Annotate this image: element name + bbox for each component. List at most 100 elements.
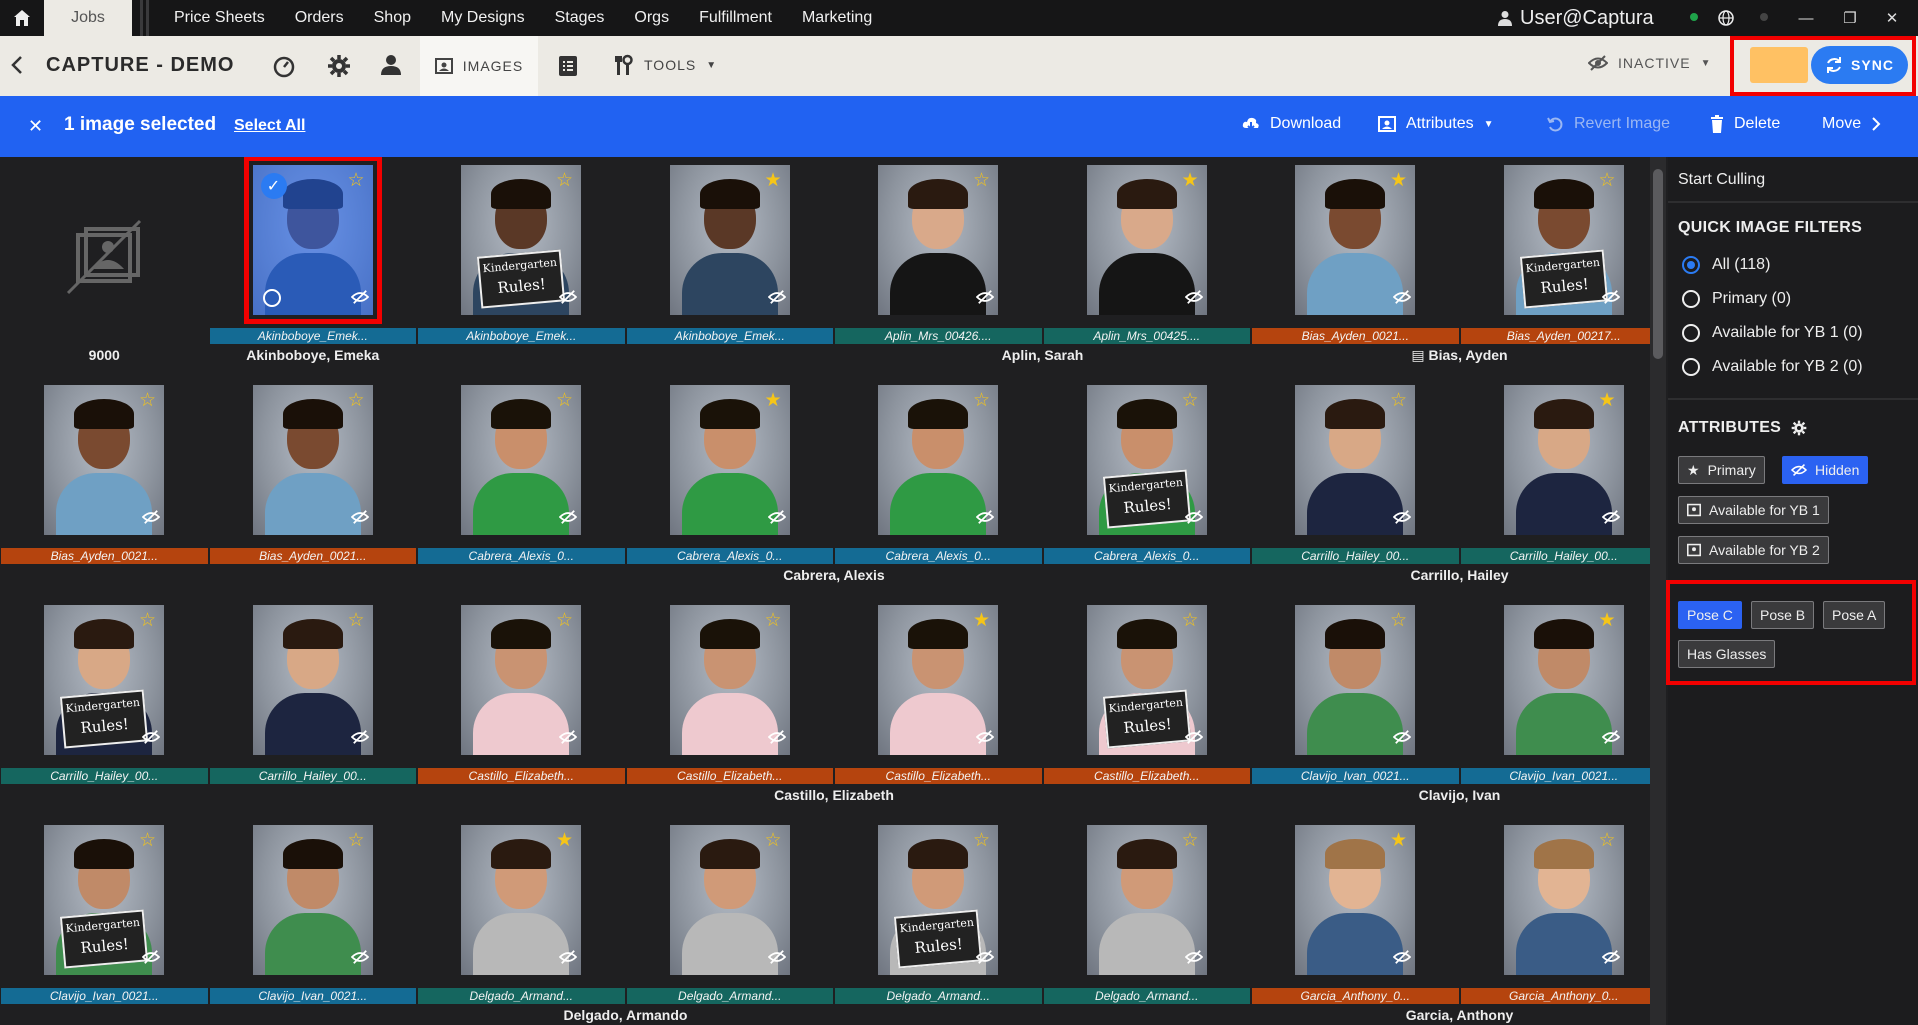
attr-yb2-chip[interactable]: Available for YB 2 <box>1678 536 1829 564</box>
image-thumbnail[interactable]: ☆ <box>669 825 790 975</box>
filter-yb2[interactable]: Available for YB 2 (0) <box>1682 358 1863 376</box>
pose-b-chip[interactable]: Pose B <box>1751 601 1815 629</box>
image-thumbnail[interactable]: ★ <box>878 605 998 755</box>
nav-price-sheets[interactable]: Price Sheets <box>174 9 265 27</box>
attr-yb1-chip[interactable]: Available for YB 1 <box>1678 496 1829 524</box>
tab-images[interactable]: IMAGES <box>420 36 538 104</box>
nav-stages[interactable]: Stages <box>555 9 605 27</box>
star-filled-icon[interactable]: ★ <box>556 831 573 850</box>
star-filled-icon[interactable]: ★ <box>765 391 782 410</box>
image-thumbnail[interactable]: ☆ <box>461 605 581 755</box>
move-button[interactable]: Move <box>1822 115 1881 133</box>
star-outline-icon[interactable]: ☆ <box>765 611 782 630</box>
home-button[interactable] <box>0 0 44 36</box>
subjects-button[interactable] <box>380 54 404 78</box>
image-thumbnail[interactable]: ☆ <box>878 385 998 535</box>
star-filled-icon[interactable]: ★ <box>1390 831 1407 850</box>
star-outline-icon[interactable]: ☆ <box>1182 391 1199 410</box>
image-thumbnail[interactable]: ★ <box>669 385 790 535</box>
status-dropdown[interactable]: INACTIVE ▼ <box>1588 54 1711 72</box>
dashboard-button[interactable] <box>272 54 296 78</box>
image-thumbnail[interactable]: ☆ <box>1086 825 1207 975</box>
image-thumbnail[interactable]: ★ <box>1295 165 1415 315</box>
pose-c-chip[interactable]: Pose C <box>1678 601 1742 629</box>
pose-a-chip[interactable]: Pose A <box>1823 601 1886 629</box>
nav-shop[interactable]: Shop <box>374 9 411 27</box>
grid-scrollbar[interactable] <box>1650 157 1666 1025</box>
image-thumbnail[interactable]: ★ <box>1503 605 1624 755</box>
user-menu[interactable]: User@Captura <box>1498 0 1654 36</box>
star-outline-icon[interactable]: ☆ <box>139 831 156 850</box>
filter-yb1[interactable]: Available for YB 1 (0) <box>1682 324 1863 342</box>
attr-primary-chip[interactable]: ★ Primary <box>1678 456 1765 484</box>
minimize-button[interactable]: — <box>1786 0 1826 36</box>
back-button[interactable] <box>10 54 24 81</box>
star-outline-icon[interactable]: ☆ <box>1599 831 1616 850</box>
nav-orders[interactable]: Orders <box>295 9 344 27</box>
image-thumbnail[interactable]: Kindergarten Rules! ☆ <box>1086 385 1207 535</box>
image-thumbnail[interactable]: ☆ <box>669 605 790 755</box>
image-thumbnail[interactable]: Kindergarten Rules! ☆ <box>44 605 164 755</box>
image-thumbnail[interactable]: ☆ <box>252 385 373 535</box>
image-thumbnail[interactable]: ★ <box>669 165 790 315</box>
nav-marketing[interactable]: Marketing <box>802 9 872 27</box>
star-outline-icon[interactable]: ☆ <box>556 171 573 190</box>
image-thumbnail[interactable]: ★ <box>1295 825 1415 975</box>
star-outline-icon[interactable]: ☆ <box>1182 611 1199 630</box>
image-thumbnail[interactable]: Kindergarten Rules! ☆ <box>461 165 581 315</box>
image-thumbnail[interactable]: ★ <box>461 825 581 975</box>
settings-button[interactable] <box>327 54 351 78</box>
image-thumbnail[interactable]: Kindergarten Rules! ☆ <box>1503 165 1624 315</box>
star-outline-icon[interactable]: ☆ <box>139 391 156 410</box>
image-thumbnail[interactable]: ☆ <box>1503 825 1624 975</box>
star-outline-icon[interactable]: ☆ <box>973 171 990 190</box>
restore-button[interactable]: ❐ <box>1830 0 1870 36</box>
revert-image-button[interactable]: Revert Image <box>1546 115 1670 133</box>
image-thumbnail[interactable]: ★ <box>1503 385 1624 535</box>
star-outline-icon[interactable]: ☆ <box>973 391 990 410</box>
star-filled-icon[interactable]: ★ <box>1599 611 1616 630</box>
has-glasses-chip[interactable]: Has Glasses <box>1678 640 1776 668</box>
star-outline-icon[interactable]: ☆ <box>556 611 573 630</box>
start-culling-button[interactable]: Start Culling <box>1678 171 1765 189</box>
star-filled-icon[interactable]: ★ <box>1390 171 1407 190</box>
star-outline-icon[interactable]: ☆ <box>765 831 782 850</box>
image-thumbnail[interactable]: ☆ <box>44 385 164 535</box>
orders-list-button[interactable] <box>557 54 581 78</box>
clear-selection-button[interactable]: ✕ <box>28 116 43 137</box>
star-filled-icon[interactable]: ★ <box>1182 171 1199 190</box>
delete-button[interactable]: Delete <box>1710 115 1780 133</box>
image-thumbnail[interactable]: ☆ <box>461 385 581 535</box>
sync-button[interactable]: SYNC <box>1811 46 1908 84</box>
star-filled-icon[interactable]: ★ <box>973 611 990 630</box>
tools-menu[interactable]: TOOLS ▼ <box>614 54 717 76</box>
close-window-button[interactable]: ✕ <box>1872 0 1912 36</box>
star-filled-icon[interactable]: ★ <box>1599 391 1616 410</box>
image-thumbnail[interactable]: ☆ <box>252 825 373 975</box>
image-thumbnail[interactable]: ☆ <box>1295 605 1415 755</box>
image-thumbnail[interactable]: Kindergarten Rules! ☆ <box>44 825 164 975</box>
star-outline-icon[interactable]: ☆ <box>1182 831 1199 850</box>
image-thumbnail[interactable]: ★ <box>1086 165 1207 315</box>
attr-hidden-chip[interactable]: Hidden <box>1782 456 1869 484</box>
filter-all[interactable]: All (118) <box>1682 256 1770 274</box>
scrollbar-thumb[interactable] <box>1653 169 1663 359</box>
nav-my-designs[interactable]: My Designs <box>441 9 525 27</box>
star-outline-icon[interactable]: ☆ <box>973 831 990 850</box>
star-outline-icon[interactable]: ☆ <box>1390 391 1407 410</box>
star-outline-icon[interactable]: ☆ <box>348 611 365 630</box>
image-thumbnail[interactable]: ☆ <box>252 605 373 755</box>
star-outline-icon[interactable]: ☆ <box>556 391 573 410</box>
select-all-link[interactable]: Select All <box>234 117 305 135</box>
star-outline-icon[interactable]: ☆ <box>1599 171 1616 190</box>
nav-jobs[interactable]: Jobs <box>44 0 132 36</box>
attributes-button[interactable]: Attributes ▼ <box>1378 115 1494 133</box>
image-thumbnail[interactable]: ☆ <box>1295 385 1415 535</box>
nav-orgs[interactable]: Orgs <box>634 9 669 27</box>
star-outline-icon[interactable]: ☆ <box>139 611 156 630</box>
image-thumbnail[interactable]: Kindergarten Rules! ☆ <box>878 825 998 975</box>
download-button[interactable]: Download <box>1242 115 1341 133</box>
star-outline-icon[interactable]: ☆ <box>1390 611 1407 630</box>
star-outline-icon[interactable]: ☆ <box>348 831 365 850</box>
nav-fulfillment[interactable]: Fulfillment <box>699 9 772 27</box>
